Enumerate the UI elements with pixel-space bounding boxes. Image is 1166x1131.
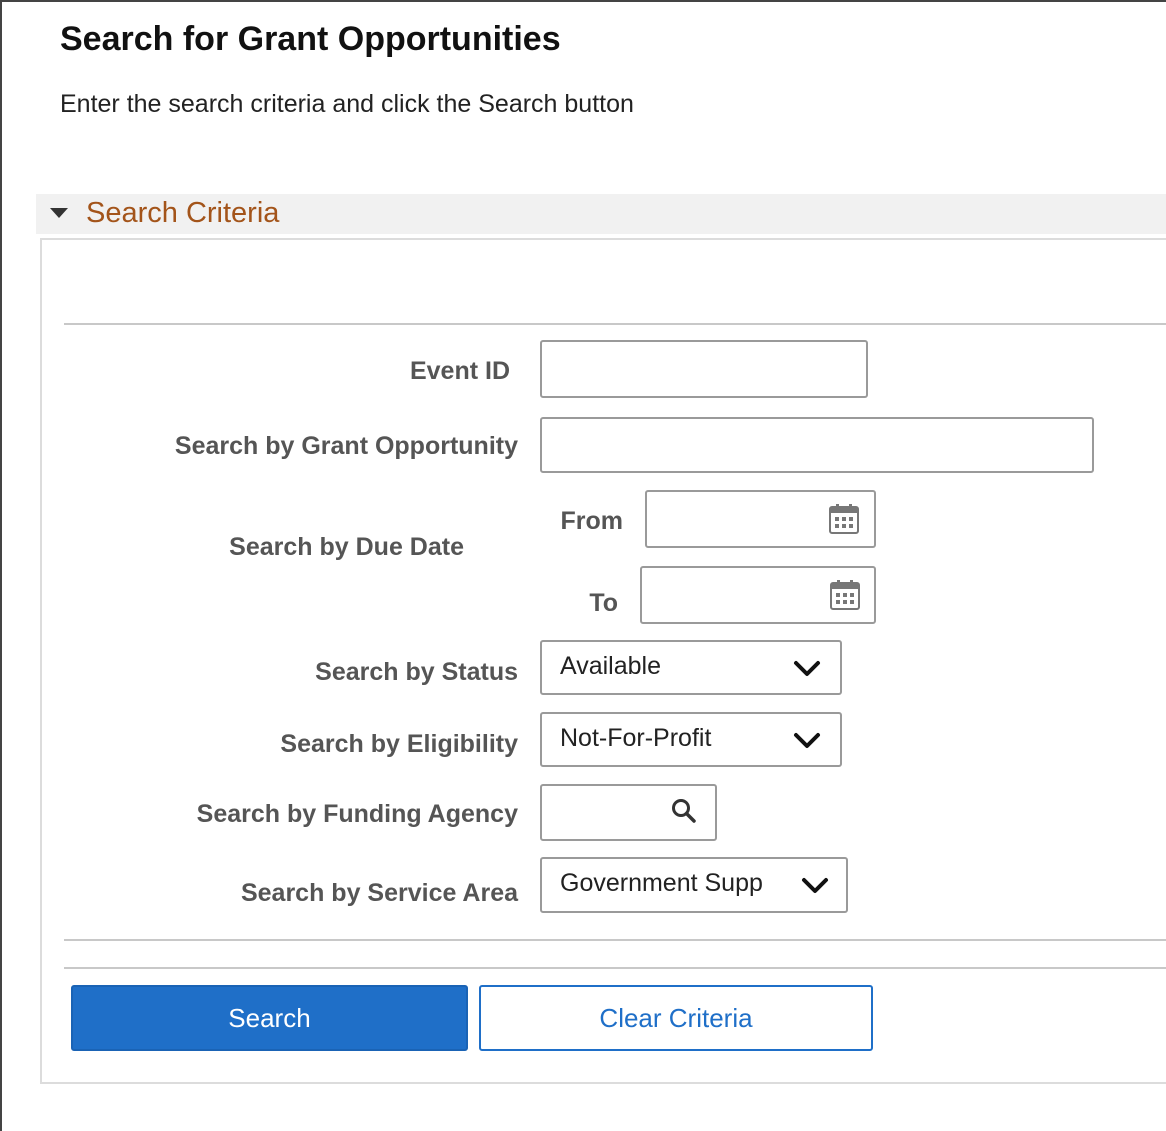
instructions-text: Enter the search criteria and click the … bbox=[60, 90, 634, 118]
clear-criteria-button[interactable]: Clear Criteria bbox=[479, 985, 873, 1051]
section-title[interactable]: Search Criteria bbox=[86, 197, 279, 230]
funding-agency-field[interactable] bbox=[540, 784, 717, 841]
chevron-down-icon[interactable] bbox=[792, 726, 822, 756]
top-divider bbox=[64, 323, 1166, 325]
due-date-to-field[interactable] bbox=[640, 566, 876, 624]
event-id-label: Event ID bbox=[409, 357, 510, 385]
eligibility-label: Search by Eligibility bbox=[280, 730, 518, 758]
grant-opportunity-input[interactable] bbox=[540, 417, 1094, 473]
page-title: Search for Grant Opportunities bbox=[60, 20, 561, 58]
event-id-input[interactable] bbox=[540, 340, 868, 398]
search-icon[interactable] bbox=[670, 797, 698, 825]
due-date-from-field[interactable] bbox=[645, 490, 876, 548]
service-area-select-value: Government Supp bbox=[560, 869, 763, 897]
due-date-to-input[interactable] bbox=[642, 568, 817, 622]
service-area-label: Search by Service Area bbox=[240, 879, 518, 907]
eligibility-select-value: Not-For-Profit bbox=[560, 724, 712, 752]
funding-agency-label: Search by Funding Agency bbox=[196, 800, 518, 828]
due-date-from-input[interactable] bbox=[647, 492, 817, 546]
search-button[interactable]: Search bbox=[71, 985, 468, 1051]
grant-opportunity-label: Search by Grant Opportunity bbox=[174, 432, 518, 460]
eligibility-select[interactable]: Not-For-Profit bbox=[540, 712, 842, 767]
service-area-select[interactable]: Government Supp bbox=[540, 857, 848, 913]
search-criteria-header[interactable]: Search Criteria bbox=[36, 194, 1166, 234]
status-select[interactable]: Available bbox=[540, 640, 842, 695]
due-date-to-label: To bbox=[589, 589, 618, 617]
collapse-triangle-icon[interactable] bbox=[50, 208, 68, 218]
due-date-label: Search by Due Date bbox=[229, 533, 464, 561]
button-divider bbox=[64, 967, 1166, 969]
bottom-divider bbox=[64, 939, 1166, 941]
status-label: Search by Status bbox=[315, 658, 518, 686]
calendar-icon[interactable] bbox=[827, 502, 861, 536]
calendar-icon[interactable] bbox=[828, 578, 862, 612]
status-select-value: Available bbox=[560, 652, 662, 680]
chevron-down-icon[interactable] bbox=[792, 654, 822, 684]
chevron-down-icon[interactable] bbox=[800, 871, 830, 901]
due-date-from-label: From bbox=[560, 507, 624, 535]
funding-agency-input[interactable] bbox=[542, 786, 662, 839]
